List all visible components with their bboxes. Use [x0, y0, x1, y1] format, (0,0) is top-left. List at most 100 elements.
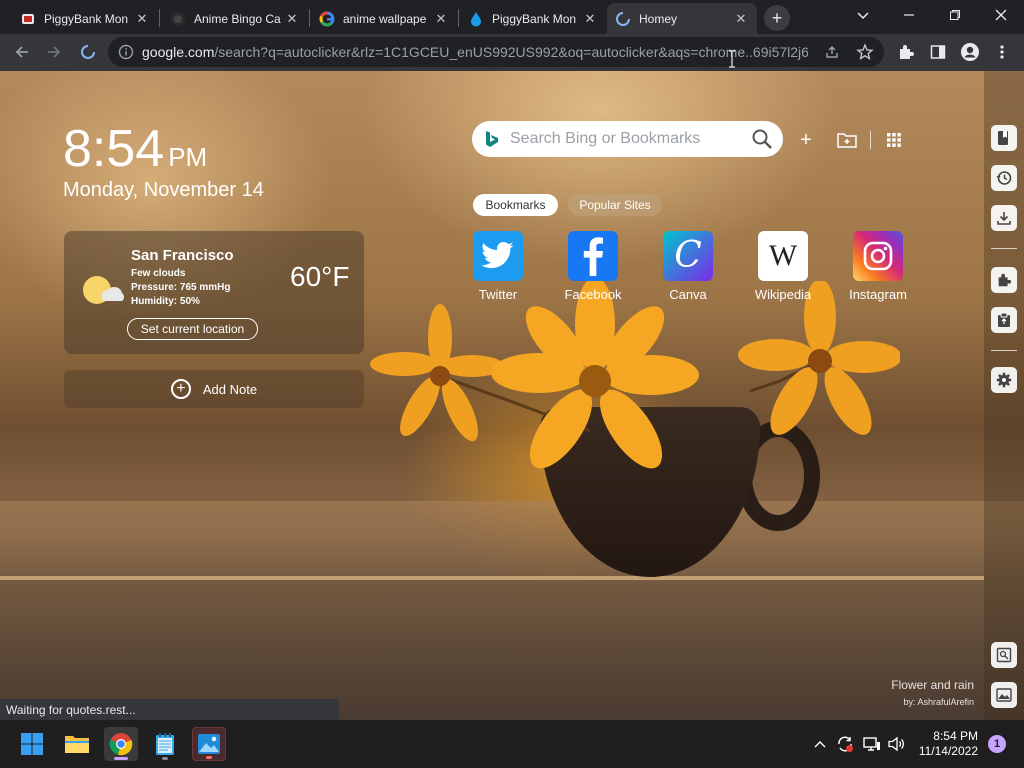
site-twitter[interactable]: Twitter [453, 231, 543, 302]
site-label: Facebook [564, 287, 622, 302]
bookmarks-panel-icon[interactable] [991, 125, 1017, 151]
running-indicator [162, 757, 168, 760]
tab-divider [458, 9, 459, 27]
network-icon[interactable] [862, 733, 882, 755]
droplet-favicon-icon [471, 11, 481, 26]
more-menu-icon[interactable] [988, 38, 1016, 66]
taskbar-clock[interactable]: 8:54 PM 11/14/2022 [916, 729, 978, 759]
show-hidden-icons-chevron-icon[interactable] [810, 733, 830, 755]
history-icon[interactable] [991, 165, 1017, 191]
site-label: Instagram [849, 287, 907, 302]
back-button[interactable] [8, 38, 36, 66]
site-wikipedia[interactable]: W Wikipedia [738, 231, 828, 302]
weather-humidity: Humidity: 50% [131, 296, 200, 307]
photos-app-icon[interactable] [192, 727, 226, 761]
notepad-icon[interactable] [148, 727, 182, 761]
tab-popular-sites[interactable]: Popular Sites [568, 194, 662, 216]
bing-logo-icon [486, 131, 498, 147]
search-placeholder: Search Bing or Bookmarks [510, 130, 701, 147]
notification-badge[interactable]: 1 [988, 735, 1006, 753]
tab-title: PiggyBank Mon [44, 11, 129, 26]
loading-spinner-icon [616, 11, 630, 26]
bing-search-box[interactable]: Search Bing or Bookmarks [472, 121, 783, 157]
settings-gear-icon[interactable] [991, 367, 1017, 393]
tab-title: anime wallpape [343, 11, 427, 26]
clock-time: 8:54 [63, 120, 165, 178]
facebook-f-icon [568, 231, 618, 281]
background-flowers-illustration [370, 281, 900, 469]
close-icon[interactable]: ✕ [733, 11, 749, 27]
minimize-button[interactable] [886, 0, 932, 30]
tab-divider [159, 9, 160, 27]
bookmark-star-icon[interactable] [856, 43, 874, 61]
forward-button[interactable] [40, 38, 68, 66]
apps-grid-icon[interactable] [883, 129, 905, 151]
close-icon[interactable]: ✕ [433, 11, 449, 27]
add-folder-icon[interactable] [836, 129, 858, 151]
extensions-icon[interactable] [991, 267, 1017, 293]
weather-city: San Francisco [131, 247, 234, 264]
site-canva[interactable]: C Canva [643, 231, 733, 302]
add-note-label: Add Note [202, 381, 258, 397]
tab-piggybank-2[interactable]: PiggyBank Mon ✕ [460, 3, 606, 34]
volume-icon[interactable] [887, 733, 907, 755]
sync-alert-icon[interactable] [835, 733, 855, 755]
tab-bookmarks[interactable]: Bookmarks [473, 194, 558, 216]
close-icon[interactable]: ✕ [582, 11, 598, 27]
new-tab-button[interactable]: + [764, 5, 790, 31]
windows-start-icon[interactable] [15, 727, 49, 761]
taskbar-time: 8:54 PM [933, 729, 978, 743]
chrome-taskbar-icon[interactable] [104, 727, 138, 761]
weather-temperature: 60°F [290, 261, 350, 292]
canva-logo-icon: C [663, 231, 713, 281]
add-note-button[interactable]: + Add Note [64, 370, 364, 408]
clock-date: Monday, November 14 [63, 179, 264, 201]
extensions-puzzle-icon[interactable] [892, 38, 920, 66]
tab-strip: PiggyBank Mon ✕ Anime Bingo Ca ✕ anime w… [0, 0, 1024, 34]
clipboard-icon[interactable] [991, 307, 1017, 333]
add-shortcut-plus-icon[interactable]: + [795, 129, 817, 151]
wallpaper-title: Flower and rain [891, 678, 974, 692]
tab-anime-bingo[interactable]: Anime Bingo Ca ✕ [162, 3, 308, 34]
tab-piggybank-1[interactable]: PiggyBank Mon ✕ [12, 3, 158, 34]
site-label: Twitter [478, 287, 518, 302]
downloads-icon[interactable] [991, 205, 1017, 231]
stop-loading-button[interactable] [74, 38, 102, 66]
close-icon[interactable]: ✕ [284, 11, 300, 27]
search-icon[interactable] [751, 128, 773, 150]
tab-homey[interactable]: Homey ✕ [607, 3, 757, 34]
url-host: google.com [142, 44, 215, 60]
file-explorer-icon[interactable] [60, 727, 94, 761]
weather-pressure: Pressure: 765 mmHg [131, 282, 231, 293]
site-facebook[interactable]: Facebook [548, 231, 638, 302]
info-icon[interactable] [118, 44, 134, 60]
address-bar[interactable]: google.com/search?q=autoclicker&rlz=1C1G… [108, 37, 884, 67]
running-indicator [206, 756, 212, 759]
side-panel-icon[interactable] [924, 38, 952, 66]
tab-search-chevron-icon[interactable] [840, 0, 886, 30]
clock-ampm: PM [168, 142, 208, 172]
profile-avatar-icon[interactable] [956, 38, 984, 66]
restore-button[interactable] [932, 0, 978, 30]
partly-cloudy-icon [83, 276, 124, 304]
toolbar-divider [870, 131, 871, 149]
share-icon[interactable] [824, 44, 840, 60]
homey-newtab-page: 8:54 PM Monday, November 14 San Francisco… [0, 71, 1024, 720]
anime-bingo-favicon-icon [171, 11, 185, 26]
change-wallpaper-icon[interactable] [991, 682, 1017, 708]
wallpaper-info-icon[interactable] [991, 642, 1017, 668]
clock-widget: 8:54 PM Monday, November 14 [63, 121, 264, 202]
close-icon[interactable]: ✕ [134, 11, 150, 27]
plus-circle-icon: + [170, 379, 191, 399]
sidebar-divider [991, 350, 1017, 351]
instagram-camera-icon [853, 231, 903, 281]
set-location-button[interactable]: Set current location [127, 318, 258, 340]
google-favicon-icon [319, 10, 335, 26]
windows-taskbar: 8:54 PM 11/14/2022 1 [0, 720, 1024, 768]
tab-anime-wallpaper[interactable]: anime wallpape ✕ [311, 3, 457, 34]
close-window-button[interactable] [978, 0, 1024, 30]
active-window-indicator [114, 757, 128, 760]
site-instagram[interactable]: Instagram [833, 231, 923, 302]
tab-divider [309, 9, 310, 27]
sidebar-divider [991, 248, 1017, 249]
